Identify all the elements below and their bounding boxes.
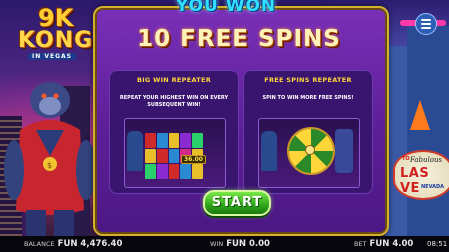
card-description: SPIN TO WIN MORE FREE SPINS! [262, 95, 354, 101]
free-spins-title: 10 FREE SPINS [137, 26, 341, 52]
balance-value: FUN 4,476.40 [57, 239, 123, 249]
free-spins-preview [258, 118, 360, 188]
bet-display: BET FUN 4.00 [354, 236, 413, 252]
hamburger-line [421, 23, 431, 25]
mini-building [335, 129, 353, 173]
wheel-hub [305, 145, 315, 155]
reel-symbol [145, 133, 156, 148]
reel-symbol [156, 133, 168, 148]
card-title: BIG WIN REPEATER [136, 76, 212, 84]
logo-subtitle: IN VEGAS [28, 53, 76, 60]
win-label: WIN [210, 240, 224, 248]
reel-symbol [168, 148, 180, 164]
balance-label: BALANCE [24, 240, 55, 248]
bet-value: FUN 4.00 [369, 239, 414, 249]
menu-button[interactable] [415, 13, 437, 35]
preview-win-amount: 36.00 [181, 155, 206, 164]
game-logo: 9K KONG IN VEGAS [8, 4, 104, 62]
sign-las-vegas: LAS VE [400, 166, 430, 196]
logo-kong: KONG [18, 28, 94, 53]
card-description: REPEAT YOUR HIGHEST WIN ON EVERY SUBSEQU… [119, 95, 229, 108]
sign-to: TO [402, 156, 410, 162]
neon-decoration [410, 100, 430, 130]
reel-symbol [145, 148, 156, 164]
bet-label: BET [354, 240, 367, 248]
you-won-title: YOU WON [175, 0, 277, 16]
win-value: FUN 0.00 [226, 239, 270, 249]
gorilla-mascot: $ [4, 82, 96, 236]
reel-symbol [156, 164, 168, 179]
building [407, 26, 449, 236]
reel-symbol [192, 164, 203, 179]
reel-symbol [145, 164, 156, 179]
balance-display: BALANCE FUN 4,476.40 [24, 236, 122, 252]
status-bar: BALANCE FUN 4,476.40 WIN FUN 0.00 BET FUN 4… [0, 236, 449, 252]
mini-gorilla [127, 131, 143, 171]
reel-symbol [180, 164, 192, 179]
reel-symbol [156, 148, 168, 164]
reel-symbol [168, 164, 180, 179]
win-display: WIN FUN 0.00 [210, 236, 270, 252]
reel-symbol [180, 133, 192, 148]
reel-symbol [168, 133, 180, 148]
sign-nevada: NEVADA [421, 184, 445, 190]
big-win-repeater-card: BIG WIN REPEATER REPEAT YOUR HIGHEST WIN… [109, 70, 239, 194]
card-title: FREE SPINS REPEATER [264, 76, 352, 84]
hamburger-menu-icon [421, 19, 431, 21]
start-button[interactable]: START [203, 190, 271, 216]
big-win-preview: 36.00 [124, 118, 226, 188]
free-spins-repeater-card: FREE SPINS REPEATER SPIN TO WIN MORE FRE… [243, 70, 373, 194]
hamburger-line [421, 27, 431, 29]
clock: 08:51 [427, 240, 448, 248]
sign-fabulous: Fabulous [410, 156, 443, 164]
mini-gorilla [261, 131, 277, 171]
svg-text:$: $ [47, 161, 52, 170]
reel-symbol [192, 133, 203, 148]
